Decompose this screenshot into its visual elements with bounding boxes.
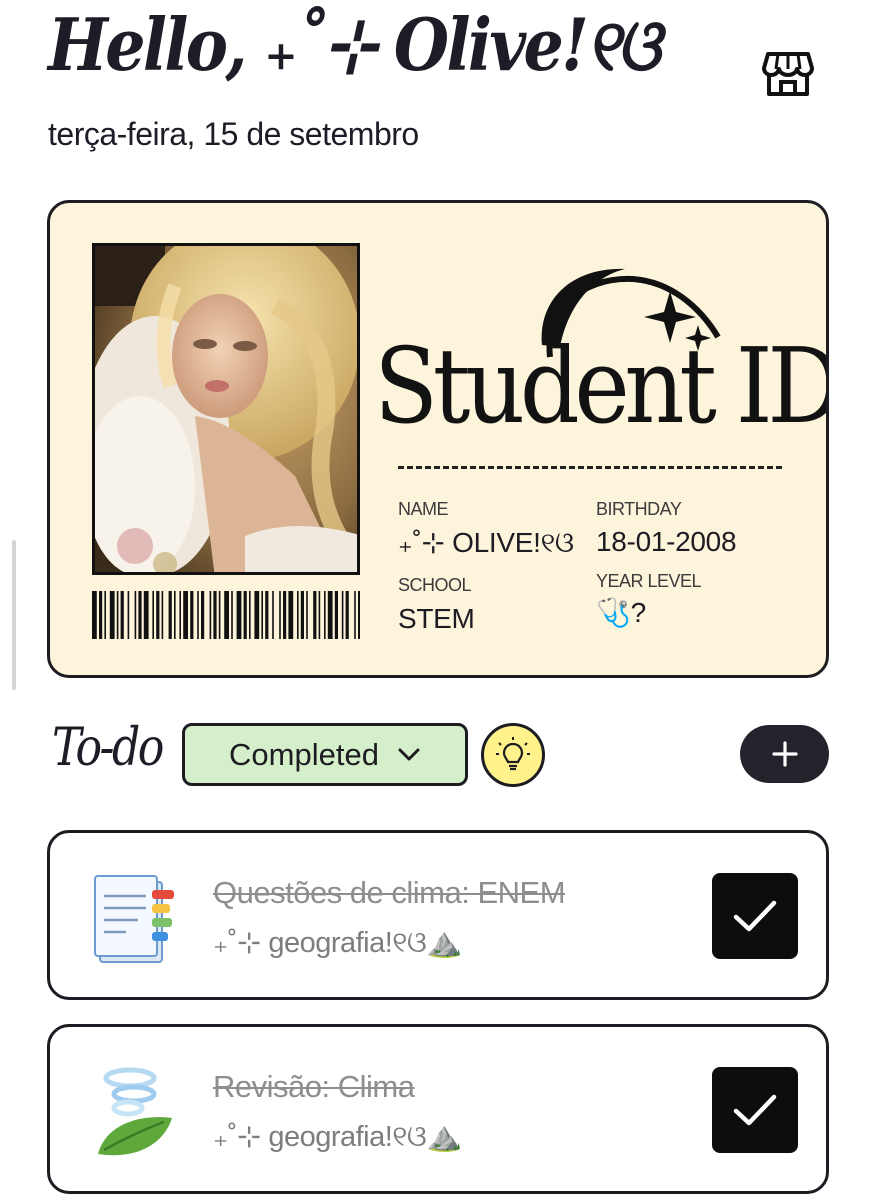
name-value: ₊˚⊹ OLIVE!୧ଓ: [398, 527, 574, 558]
completed-filter-dropdown[interactable]: Completed: [182, 723, 468, 786]
store-button[interactable]: [760, 44, 816, 100]
todo-item-subject: ₊˚⊹ geografia!୧ଓ⛰️: [213, 1121, 463, 1153]
chevron-down-icon: [398, 748, 420, 760]
checkmark-icon: [733, 1094, 777, 1126]
todo-heading: To-do: [52, 718, 164, 778]
profile-photo: [92, 243, 360, 575]
birthday-value: 18-01-2008: [596, 526, 737, 557]
scrollbar[interactable]: [12, 540, 16, 690]
divider-line: [398, 466, 782, 469]
filter-label: Completed: [229, 736, 379, 772]
barcode: [92, 591, 360, 639]
plus-icon: [771, 741, 798, 767]
school-label: SCHOOL: [398, 575, 472, 595]
idea-button[interactable]: [481, 723, 545, 787]
date-label: terça-feira, 15 de setembro: [48, 116, 419, 152]
todo-item[interactable]: Questões de clima: ENEM ₊˚⊹ geografia!୧ଓ…: [47, 830, 829, 1000]
birthday-label: BIRTHDAY: [596, 499, 682, 519]
greeting-title: Hello, ₊˚⊹ Olive!୧ଓ: [48, 2, 660, 87]
year-level-value: 🩺?: [596, 597, 646, 628]
todo-item-title: Questões de clima: ENEM: [213, 875, 566, 910]
wind-leaf-icon: [98, 1067, 172, 1156]
notebook-icon: [94, 875, 174, 963]
todo-checkbox[interactable]: [712, 1067, 798, 1153]
todo-checkbox[interactable]: [712, 873, 798, 959]
student-id-card: Student ID NAME ₊˚⊹ OLIVE!୧ଓ BIRTHDAY 18…: [47, 200, 829, 678]
student-id-logo: Student ID: [370, 257, 826, 447]
storefront-icon: [762, 52, 814, 96]
student-id-title: Student ID: [374, 325, 829, 447]
lightbulb-icon: [496, 737, 530, 771]
year-level-label: YEAR LEVEL: [596, 571, 702, 591]
school-value: STEM: [398, 603, 475, 634]
add-task-button[interactable]: [740, 725, 829, 783]
name-label: NAME: [398, 499, 449, 519]
checkmark-icon: [733, 900, 777, 932]
todo-item[interactable]: Revisão: Clima ₊˚⊹ geografia!୧ଓ⛰️: [47, 1024, 829, 1194]
todo-item-subject: ₊˚⊹ geografia!୧ଓ⛰️: [213, 927, 463, 959]
todo-item-title: Revisão: Clima: [213, 1069, 415, 1104]
